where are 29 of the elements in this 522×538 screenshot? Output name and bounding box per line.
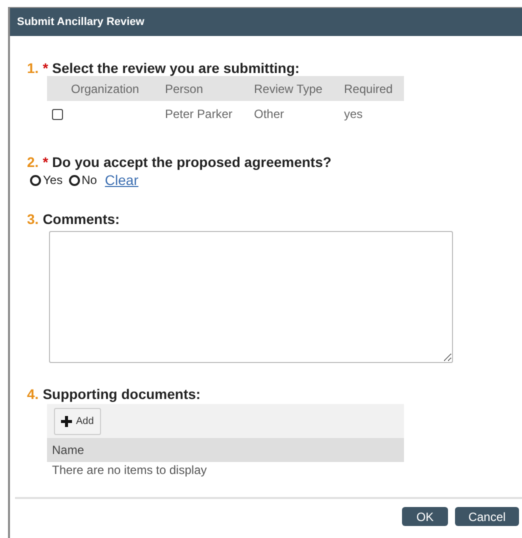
window-title: Submit Ancillary Review [17,16,144,28]
question-label: Supporting documents: [42,386,201,402]
radio-option[interactable]: No [68,173,97,187]
question-number: 1. [27,60,39,76]
required-mark: * [42,154,48,170]
cancel-button[interactable]: Cancel [455,507,519,526]
radio-option[interactable]: Yes [30,173,63,187]
column-header: Review Type [254,82,322,96]
column-header: Required [344,82,393,96]
add-button[interactable]: Add [54,408,101,434]
column-header: Person [165,82,204,96]
question-number: 3. [27,211,39,227]
empty-message: There are no items to display [51,462,208,477]
question-label: Comments: [42,211,120,227]
column-header: Name [47,438,404,462]
comments-field[interactable] [49,231,453,363]
ok-button[interactable]: OK [402,507,448,526]
question-label: Select the review you are submitting: [52,60,300,76]
question-number: 2. [27,154,39,170]
table-cell: yes [344,107,363,121]
row-checkbox[interactable] [52,109,63,120]
table-cell: Peter Parker [165,107,232,121]
question-label: Do you accept the proposed agreements? [52,154,332,170]
clear-link[interactable]: Clear [104,172,138,188]
required-mark: * [42,60,48,76]
table-cell: Other [254,107,284,121]
column-header: Organization [71,82,140,96]
plus-icon [61,416,72,426]
question-number: 4. [27,386,39,402]
